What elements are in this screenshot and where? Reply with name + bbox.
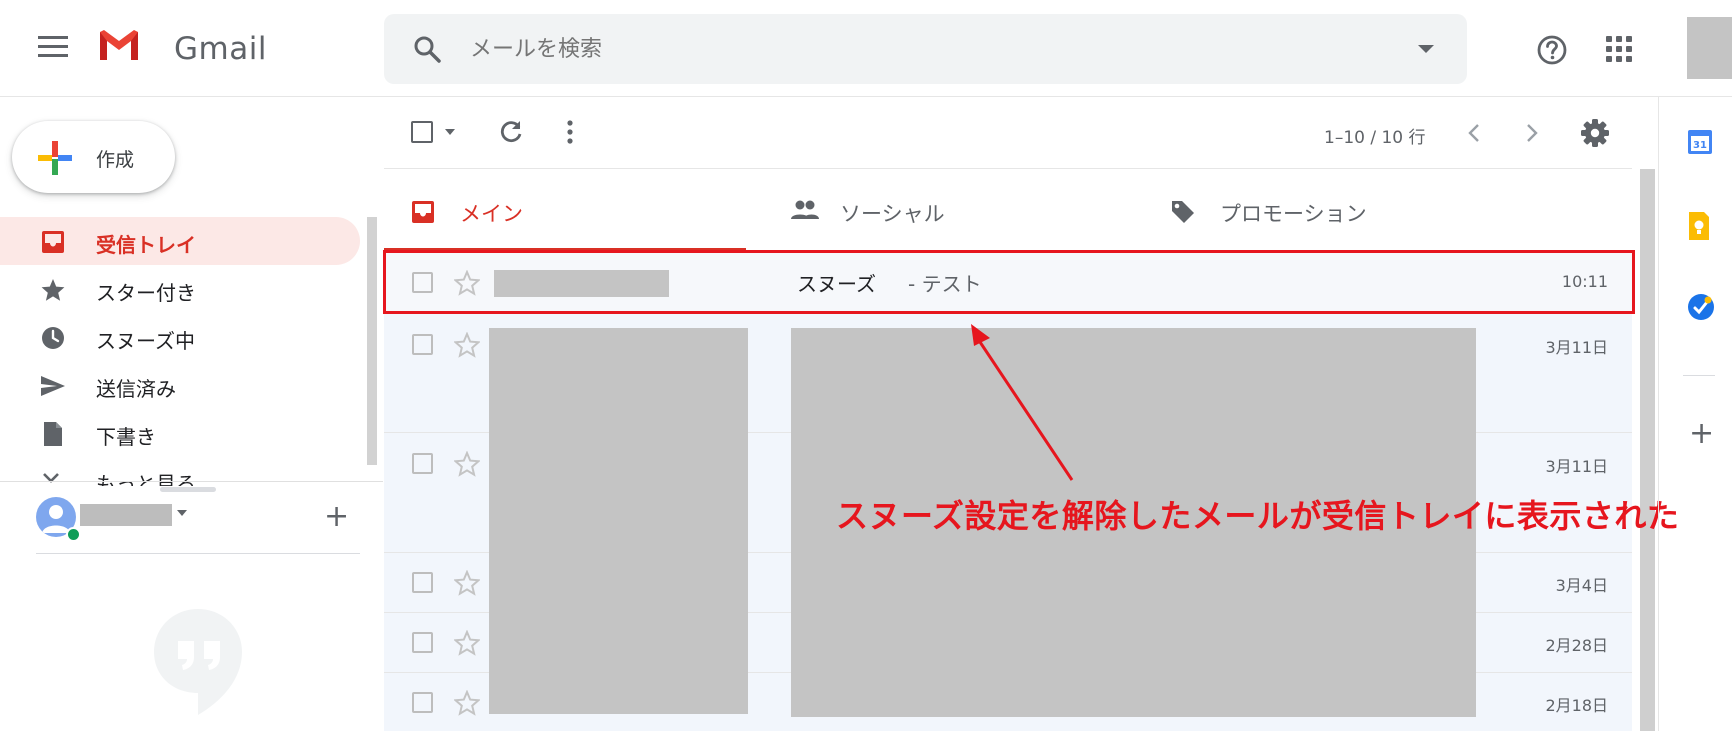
sidebar-item-sent[interactable]: 送信済み <box>0 361 360 409</box>
email-date: 2月28日 <box>1545 636 1608 655</box>
row-checkbox[interactable] <box>412 632 433 653</box>
row-checkbox[interactable] <box>412 334 433 355</box>
compose-plus-icon <box>36 139 74 177</box>
star-icon <box>40 277 66 303</box>
help-icon[interactable] <box>1536 34 1568 66</box>
category-tabs: メイン ソーシャル プロモーション <box>384 169 1632 251</box>
chevron-down-icon[interactable] <box>176 509 188 517</box>
tab-social[interactable]: ソーシャル <box>764 169 1126 251</box>
hangouts-user-name[interactable] <box>80 504 172 526</box>
sidebar-item-label: 下書き <box>96 425 156 449</box>
sidebar-item-label: スター付き <box>96 281 196 305</box>
star-outline-icon[interactable] <box>454 332 480 358</box>
redacted-senders <box>489 328 748 714</box>
tab-label: メイン <box>460 202 523 226</box>
annotation-text: スヌーズ設定を解除したメールが受信トレイに表示された <box>836 497 1680 535</box>
annotation-arrow <box>960 320 1080 490</box>
email-date: 3月4日 <box>1555 576 1608 595</box>
sidebar-item-drafts[interactable]: 下書き <box>0 409 360 457</box>
search-bar[interactable] <box>384 14 1467 84</box>
apps-grid-icon[interactable] <box>1605 35 1633 63</box>
app-name: Gmail <box>174 31 267 67</box>
calendar-icon[interactable]: 31 <box>1687 127 1713 155</box>
hangouts-divider <box>0 481 383 482</box>
svg-text:31: 31 <box>1693 140 1707 151</box>
search-options-caret-icon[interactable] <box>1417 44 1435 54</box>
sidebar-item-snoozed[interactable]: スヌーズ中 <box>0 313 360 361</box>
tab-primary[interactable]: メイン <box>384 169 746 251</box>
sidebar-item-starred[interactable]: スター付き <box>0 265 360 313</box>
pager-range: 1–10 / 10 行 <box>1324 128 1426 148</box>
sidebar-item-label: スヌーズ中 <box>96 329 195 353</box>
main-menu-icon[interactable] <box>38 36 68 60</box>
star-outline-icon[interactable] <box>454 630 480 656</box>
add-conversation-icon[interactable]: + <box>324 502 349 532</box>
draft-icon <box>40 421 66 447</box>
email-date: 3月11日 <box>1545 338 1608 357</box>
sidebar-item-label: 送信済み <box>96 377 176 401</box>
send-icon <box>40 373 66 399</box>
sidebar-nav: 受信トレイ スター付き スヌーズ中 送信済み 下書き <box>0 217 360 457</box>
sidebar-more-label: もっと見る <box>96 472 196 486</box>
compose-label: 作成 <box>96 149 135 171</box>
email-list-scrollbar[interactable] <box>1640 169 1655 731</box>
tab-label: プロモーション <box>1220 202 1367 226</box>
inbox-icon <box>410 199 436 225</box>
tasks-icon[interactable] <box>1687 293 1715 321</box>
refresh-icon[interactable] <box>498 119 524 145</box>
gear-icon[interactable] <box>1580 118 1610 148</box>
star-outline-icon[interactable] <box>454 451 480 477</box>
highlight-box <box>383 250 1635 314</box>
sidebar-scrollbar[interactable] <box>367 217 377 465</box>
row-checkbox[interactable] <box>412 692 433 713</box>
select-all-checkbox[interactable] <box>411 121 433 143</box>
keep-icon[interactable] <box>1687 211 1711 241</box>
side-panel: 31 + <box>1658 97 1732 731</box>
row-checkbox[interactable] <box>412 453 433 474</box>
row-checkbox[interactable] <box>412 572 433 593</box>
email-date: 2月18日 <box>1545 696 1608 715</box>
inbox-icon <box>40 229 66 255</box>
search-icon[interactable] <box>412 34 442 64</box>
gmail-logo-icon[interactable] <box>98 28 140 62</box>
hangouts-drag-handle[interactable] <box>160 487 216 492</box>
clock-icon <box>40 325 66 351</box>
search-input[interactable] <box>470 32 1370 66</box>
online-status-badge <box>66 527 81 542</box>
top-header: Gmail <box>0 0 1732 97</box>
sidebar-item-label: 受信トレイ <box>96 233 196 257</box>
add-addon-icon[interactable]: + <box>1689 419 1714 449</box>
side-panel-divider <box>1683 375 1715 376</box>
chevron-right-icon[interactable] <box>1525 122 1539 144</box>
tag-icon <box>1170 199 1196 225</box>
email-date: 3月11日 <box>1545 457 1608 476</box>
select-options-caret-icon[interactable] <box>444 128 456 136</box>
mail-toolbar: 1–10 / 10 行 <box>384 97 1632 169</box>
chevron-down-icon <box>42 472 60 484</box>
star-outline-icon[interactable] <box>454 570 480 596</box>
hangouts-line-divider <box>36 553 360 554</box>
chevron-left-icon[interactable] <box>1467 122 1481 144</box>
tab-promotions[interactable]: プロモーション <box>1144 169 1506 251</box>
people-icon <box>790 199 820 221</box>
more-vert-icon[interactable] <box>566 119 574 145</box>
compose-button[interactable]: 作成 <box>12 121 175 193</box>
account-avatar[interactable] <box>1687 17 1732 79</box>
hangouts-logo-icon <box>152 607 244 717</box>
sidebar-item-inbox[interactable]: 受信トレイ <box>0 217 360 265</box>
star-outline-icon[interactable] <box>454 690 480 716</box>
tab-label: ソーシャル <box>840 202 945 226</box>
